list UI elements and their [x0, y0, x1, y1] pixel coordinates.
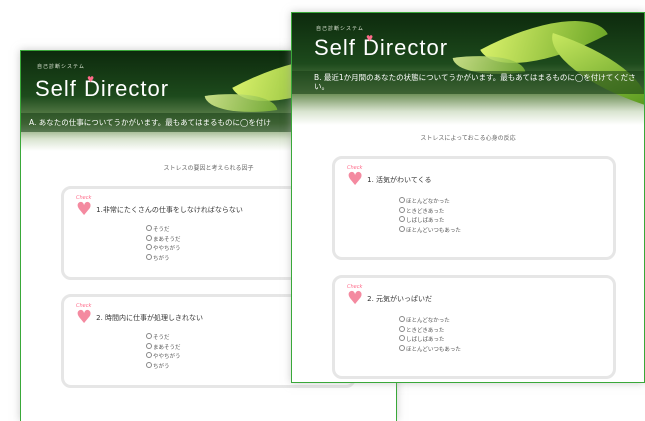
question-text: 2. 元気がいっぱいだ: [367, 295, 433, 303]
radio-button[interactable]: [399, 216, 405, 222]
radio-button[interactable]: [399, 335, 405, 341]
radio-option[interactable]: しばしばあった: [399, 216, 603, 226]
question-text: 1. 活気がわいてくる: [367, 176, 432, 184]
radio-button[interactable]: [399, 344, 405, 351]
radio-button[interactable]: [399, 206, 405, 213]
radio-option[interactable]: ほとんどなかった: [399, 197, 603, 207]
heart-icon: ♥: [347, 169, 364, 190]
radio-button[interactable]: [146, 361, 152, 368]
radio-option[interactable]: ときどきあった: [399, 325, 603, 336]
heart-icon: ♥: [347, 288, 364, 309]
radio-button[interactable]: [146, 234, 152, 241]
question-text: 2. 時間内に仕事が処理しきれない: [96, 314, 204, 322]
radio-button[interactable]: [399, 325, 405, 332]
heart-icon: ♥: [76, 199, 93, 220]
section-header: B. 最近1か月間のあなたの状態についてうかがいます。最もあてはまるものに◯を付…: [292, 71, 644, 94]
system-name: 自己診断システム: [316, 26, 364, 32]
app-title: Self Director: [35, 76, 170, 101]
radio-button[interactable]: [146, 342, 152, 349]
question-box: Check ♥ 1. 活気がわいてくる ほとんどなかった ときどきあった しばし…: [332, 156, 616, 260]
radio-button[interactable]: [146, 333, 152, 339]
radio-button[interactable]: [146, 253, 152, 260]
question-box: Check ♥ 2. 元気がいっぱいだ ほとんどなかった ときどきあった しばし…: [332, 275, 616, 379]
radio-button[interactable]: [399, 225, 405, 232]
leaf-decoration: [540, 32, 644, 106]
front-survey-window: 自己診断システム Self Director ♥ B. 最近1か月間のあなたの状…: [291, 12, 645, 383]
heart-icon: ♥: [366, 34, 374, 43]
section-subtitle: ストレスによっておこる心身の反応: [420, 135, 516, 142]
answer-options: ほとんどなかった ときどきあった しばしばあった ほとんどいつもあった: [399, 197, 603, 235]
system-name: 自己診断システム: [37, 64, 85, 70]
radio-option[interactable]: しばしばあった: [399, 335, 603, 345]
heart-icon: ♥: [87, 75, 95, 84]
heart-icon: ♥: [76, 307, 93, 328]
app-title: Self Director: [314, 35, 449, 60]
question-text: 1.非常にたくさんの仕事をしなければならない: [96, 206, 243, 214]
radio-option[interactable]: ほとんどいつもあった: [399, 344, 603, 355]
radio-button[interactable]: [146, 352, 152, 358]
answer-options: ほとんどなかった ときどきあった しばしばあった ほとんどいつもあった: [399, 316, 603, 354]
radio-option[interactable]: ほとんどなかった: [399, 316, 603, 326]
header-banner: 自己診断システム Self Director ♥ B. 最近1か月間のあなたの状…: [292, 13, 644, 125]
radio-button[interactable]: [399, 197, 405, 203]
radio-button[interactable]: [399, 316, 405, 322]
radio-button[interactable]: [146, 244, 152, 250]
radio-button[interactable]: [146, 225, 152, 231]
radio-option[interactable]: ほとんどいつもあった: [399, 225, 603, 236]
radio-option[interactable]: ときどきあった: [399, 206, 603, 217]
